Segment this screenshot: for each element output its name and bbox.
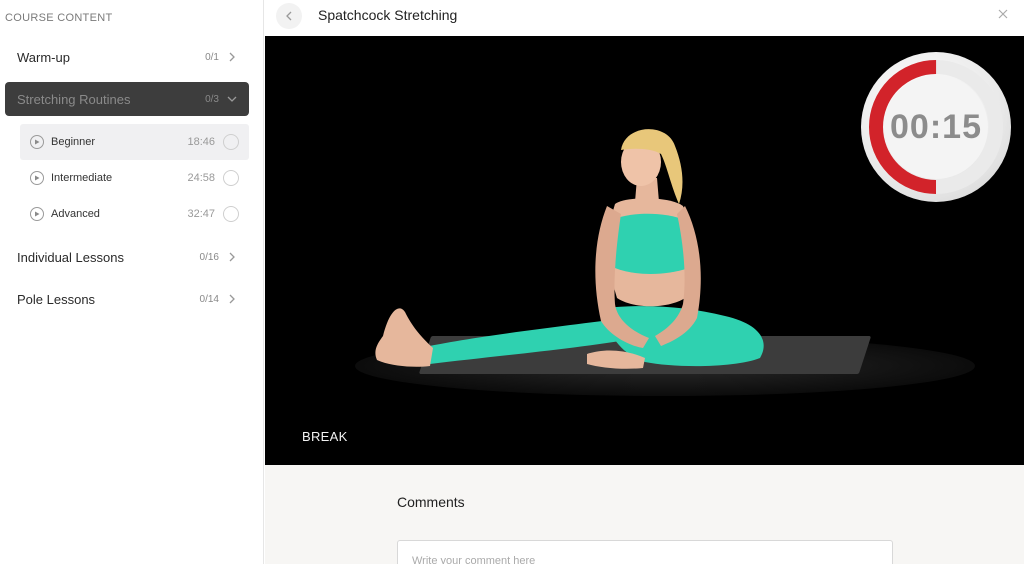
section-progress-count: 0/3 [205,93,219,105]
page-title: Spatchcock Stretching [318,7,458,23]
countdown-timer: 00:15 [861,52,1011,202]
close-icon [998,9,1008,19]
close-button[interactable] [996,7,1010,21]
lesson-advanced[interactable]: Advanced 32:47 [20,196,249,232]
chevron-right-icon [227,294,237,304]
comments-heading: Comments [397,494,465,510]
chevron-right-icon [227,252,237,262]
lesson-label: Intermediate [51,172,113,184]
back-button[interactable] [276,3,302,29]
lesson-duration: 24:58 [187,172,215,184]
section-individual-lessons[interactable]: Individual Lessons 0/16 [5,240,249,274]
section-progress-count: 0/1 [205,51,219,63]
section-progress-count: 0/14 [199,293,219,305]
chevron-right-icon [227,52,237,62]
comments-section: Comments Write your comment here [265,465,1024,564]
comment-input[interactable]: Write your comment here [397,540,893,564]
section-label: Stretching Routines [17,91,131,107]
completion-checkbox[interactable] [223,206,239,222]
play-icon [30,135,44,149]
section-label: Individual Lessons [17,249,124,265]
section-label: Warm-up [17,49,70,65]
play-icon [30,171,44,185]
lesson-label: Beginner [51,136,96,148]
play-icon [30,207,44,221]
chevron-down-icon [227,94,237,104]
section-warm-up[interactable]: Warm-up 0/1 [5,40,249,74]
lesson-intermediate[interactable]: Intermediate 24:58 [20,160,249,196]
video-player[interactable]: BREAK 00:15 [265,36,1024,465]
completion-checkbox[interactable] [223,134,239,150]
course-sidebar: COURSE CONTENT Warm-up 0/1 Stretching Ro… [0,0,264,564]
chevron-left-icon [286,11,292,21]
section-progress-count: 0/16 [199,251,219,263]
section-label: Pole Lessons [17,291,96,307]
lesson-duration: 32:47 [187,208,215,220]
section-pole-lessons[interactable]: Pole Lessons 0/14 [5,282,249,316]
lesson-label: Advanced [51,208,100,220]
sidebar-heading: COURSE CONTENT [5,12,113,24]
lesson-duration: 18:46 [187,136,215,148]
video-overlay-label: BREAK [302,429,348,444]
section-stretching-routines[interactable]: Stretching Routines 0/3 [5,82,249,116]
completion-checkbox[interactable] [223,170,239,186]
lesson-beginner[interactable]: Beginner 18:46 [20,124,249,160]
lesson-header: Spatchcock Stretching [265,0,1024,36]
timer-display: 00:15 [890,107,982,146]
